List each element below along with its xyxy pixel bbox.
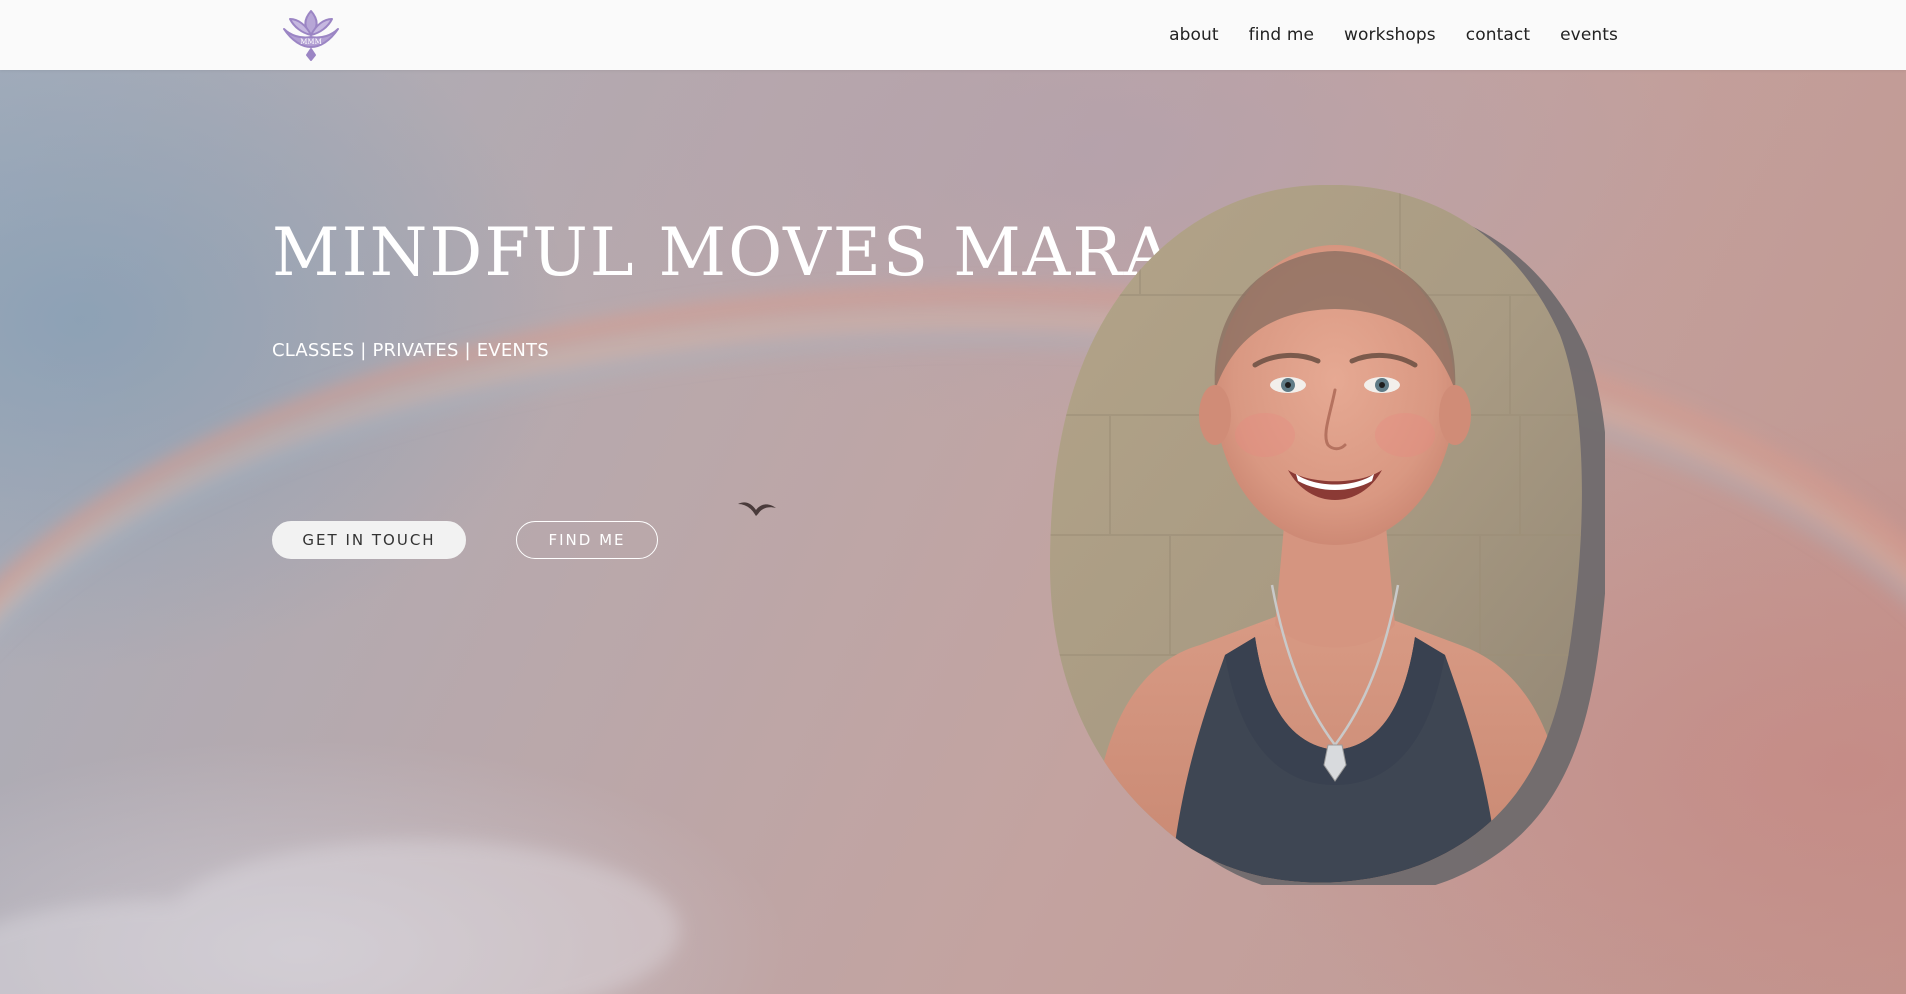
site-header: MMM about find me workshops contact even… [0, 0, 1906, 70]
nav-link-about[interactable]: about [1169, 25, 1219, 45]
nav-link-workshops[interactable]: workshops [1344, 25, 1436, 45]
lotus-logo-icon[interactable]: MMM [280, 7, 342, 63]
main-nav: about find me workshops contact events [1139, 0, 1618, 70]
portrait-photo [1050, 185, 1605, 885]
bird-icon [738, 502, 776, 516]
get-in-touch-button[interactable]: GET IN TOUCH [272, 521, 466, 559]
find-me-button[interactable]: FIND ME [516, 521, 658, 559]
hero-tagline: CLASSES | PRIVATES | EVENTS [272, 340, 549, 361]
nav-link-contact[interactable]: contact [1466, 25, 1530, 45]
nav-link-find-me[interactable]: find me [1249, 25, 1314, 45]
nav-link-events[interactable]: events [1560, 25, 1618, 45]
logo-text: MMM [300, 38, 322, 46]
page: MMM about find me workshops contact even… [0, 0, 1906, 994]
site-title: MINDFUL MOVES MARA [272, 214, 1174, 291]
